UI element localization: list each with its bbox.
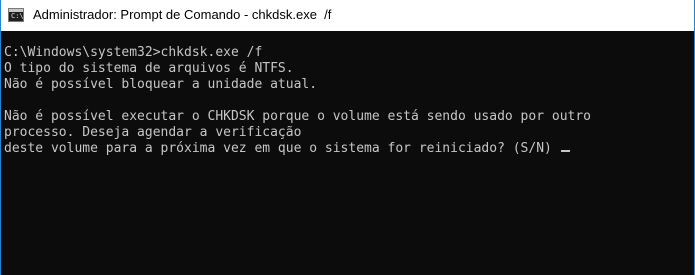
console-output[interactable]: C:\Windows\system32>chkdsk.exe /f O tipo… <box>1 31 694 275</box>
console-line: Não é possível bloquear a unidade atual. <box>4 77 318 92</box>
console-prompt-line[interactable]: deste volume para a próxima vez em que o… <box>4 141 570 157</box>
console-line: O tipo do sistema de arquivos é NTFS. <box>4 61 294 76</box>
text-cursor <box>560 150 570 152</box>
cmd-icon[interactable]: C:\ <box>8 8 24 22</box>
cmd-icon-glyph: C:\ <box>11 12 24 20</box>
console-line: C:\Windows\system32>chkdsk.exe /f <box>4 45 263 60</box>
console-line-text: deste volume para a próxima vez em que o… <box>4 141 560 156</box>
command-prompt-window: C:\ Administrador: Prompt de Comando - c… <box>0 0 695 275</box>
console-line: Não é possível executar o CHKDSK porque … <box>4 109 591 124</box>
title-bar[interactable]: C:\ Administrador: Prompt de Comando - c… <box>1 0 694 31</box>
window-title: Administrador: Prompt de Comando - chkds… <box>33 7 332 22</box>
console-line: processo. Deseja agendar a verificação <box>4 125 302 140</box>
